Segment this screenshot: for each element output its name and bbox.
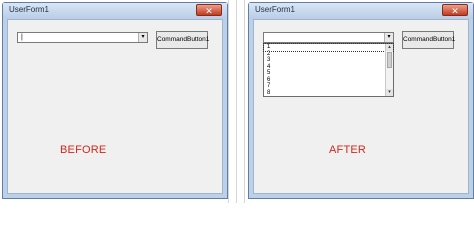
combobox-dropdown-list: 1 2 3 4 5 6 7 8 ▴ ▾ (263, 43, 394, 97)
window-title: UserForm1 (9, 5, 50, 14)
grid-line (236, 0, 237, 203)
grid-line (244, 0, 245, 203)
form-client-area: ▾ CommandButton1 1 2 3 4 5 6 7 8 ▴ ▾ AFT… (253, 19, 469, 194)
userform-after-window: UserForm1 ✕ ▾ CommandButton1 1 2 3 4 5 6… (248, 2, 474, 199)
command-button[interactable]: CommandButton1 (156, 31, 209, 49)
titlebar: UserForm1 ✕ (3, 3, 227, 19)
window-title: UserForm1 (255, 5, 296, 14)
command-button[interactable]: CommandButton1 (402, 31, 455, 49)
userform-before-window: UserForm1 ✕ | ▾ CommandButton1 BEFORE (2, 2, 228, 199)
form-client-area: | ▾ CommandButton1 BEFORE (7, 19, 223, 194)
after-caption: AFTER (329, 144, 367, 156)
close-button[interactable]: ✕ (196, 4, 222, 16)
combobox[interactable]: | ▾ (17, 32, 148, 43)
scroll-thumb[interactable] (387, 52, 392, 68)
grid-line (228, 0, 229, 203)
combobox-value: | (21, 34, 23, 41)
close-button[interactable]: ✕ (442, 4, 468, 16)
combobox[interactable]: ▾ (263, 32, 394, 43)
titlebar: UserForm1 ✕ (249, 3, 473, 19)
scroll-up-icon[interactable]: ▴ (386, 44, 393, 51)
scroll-down-icon[interactable]: ▾ (386, 89, 393, 96)
list-item[interactable]: 8 (264, 90, 393, 97)
before-caption: BEFORE (60, 144, 107, 156)
dropdown-arrow-icon[interactable]: ▾ (138, 33, 147, 42)
dropdown-scrollbar[interactable]: ▴ ▾ (385, 44, 393, 96)
dropdown-arrow-icon[interactable]: ▾ (384, 33, 393, 42)
